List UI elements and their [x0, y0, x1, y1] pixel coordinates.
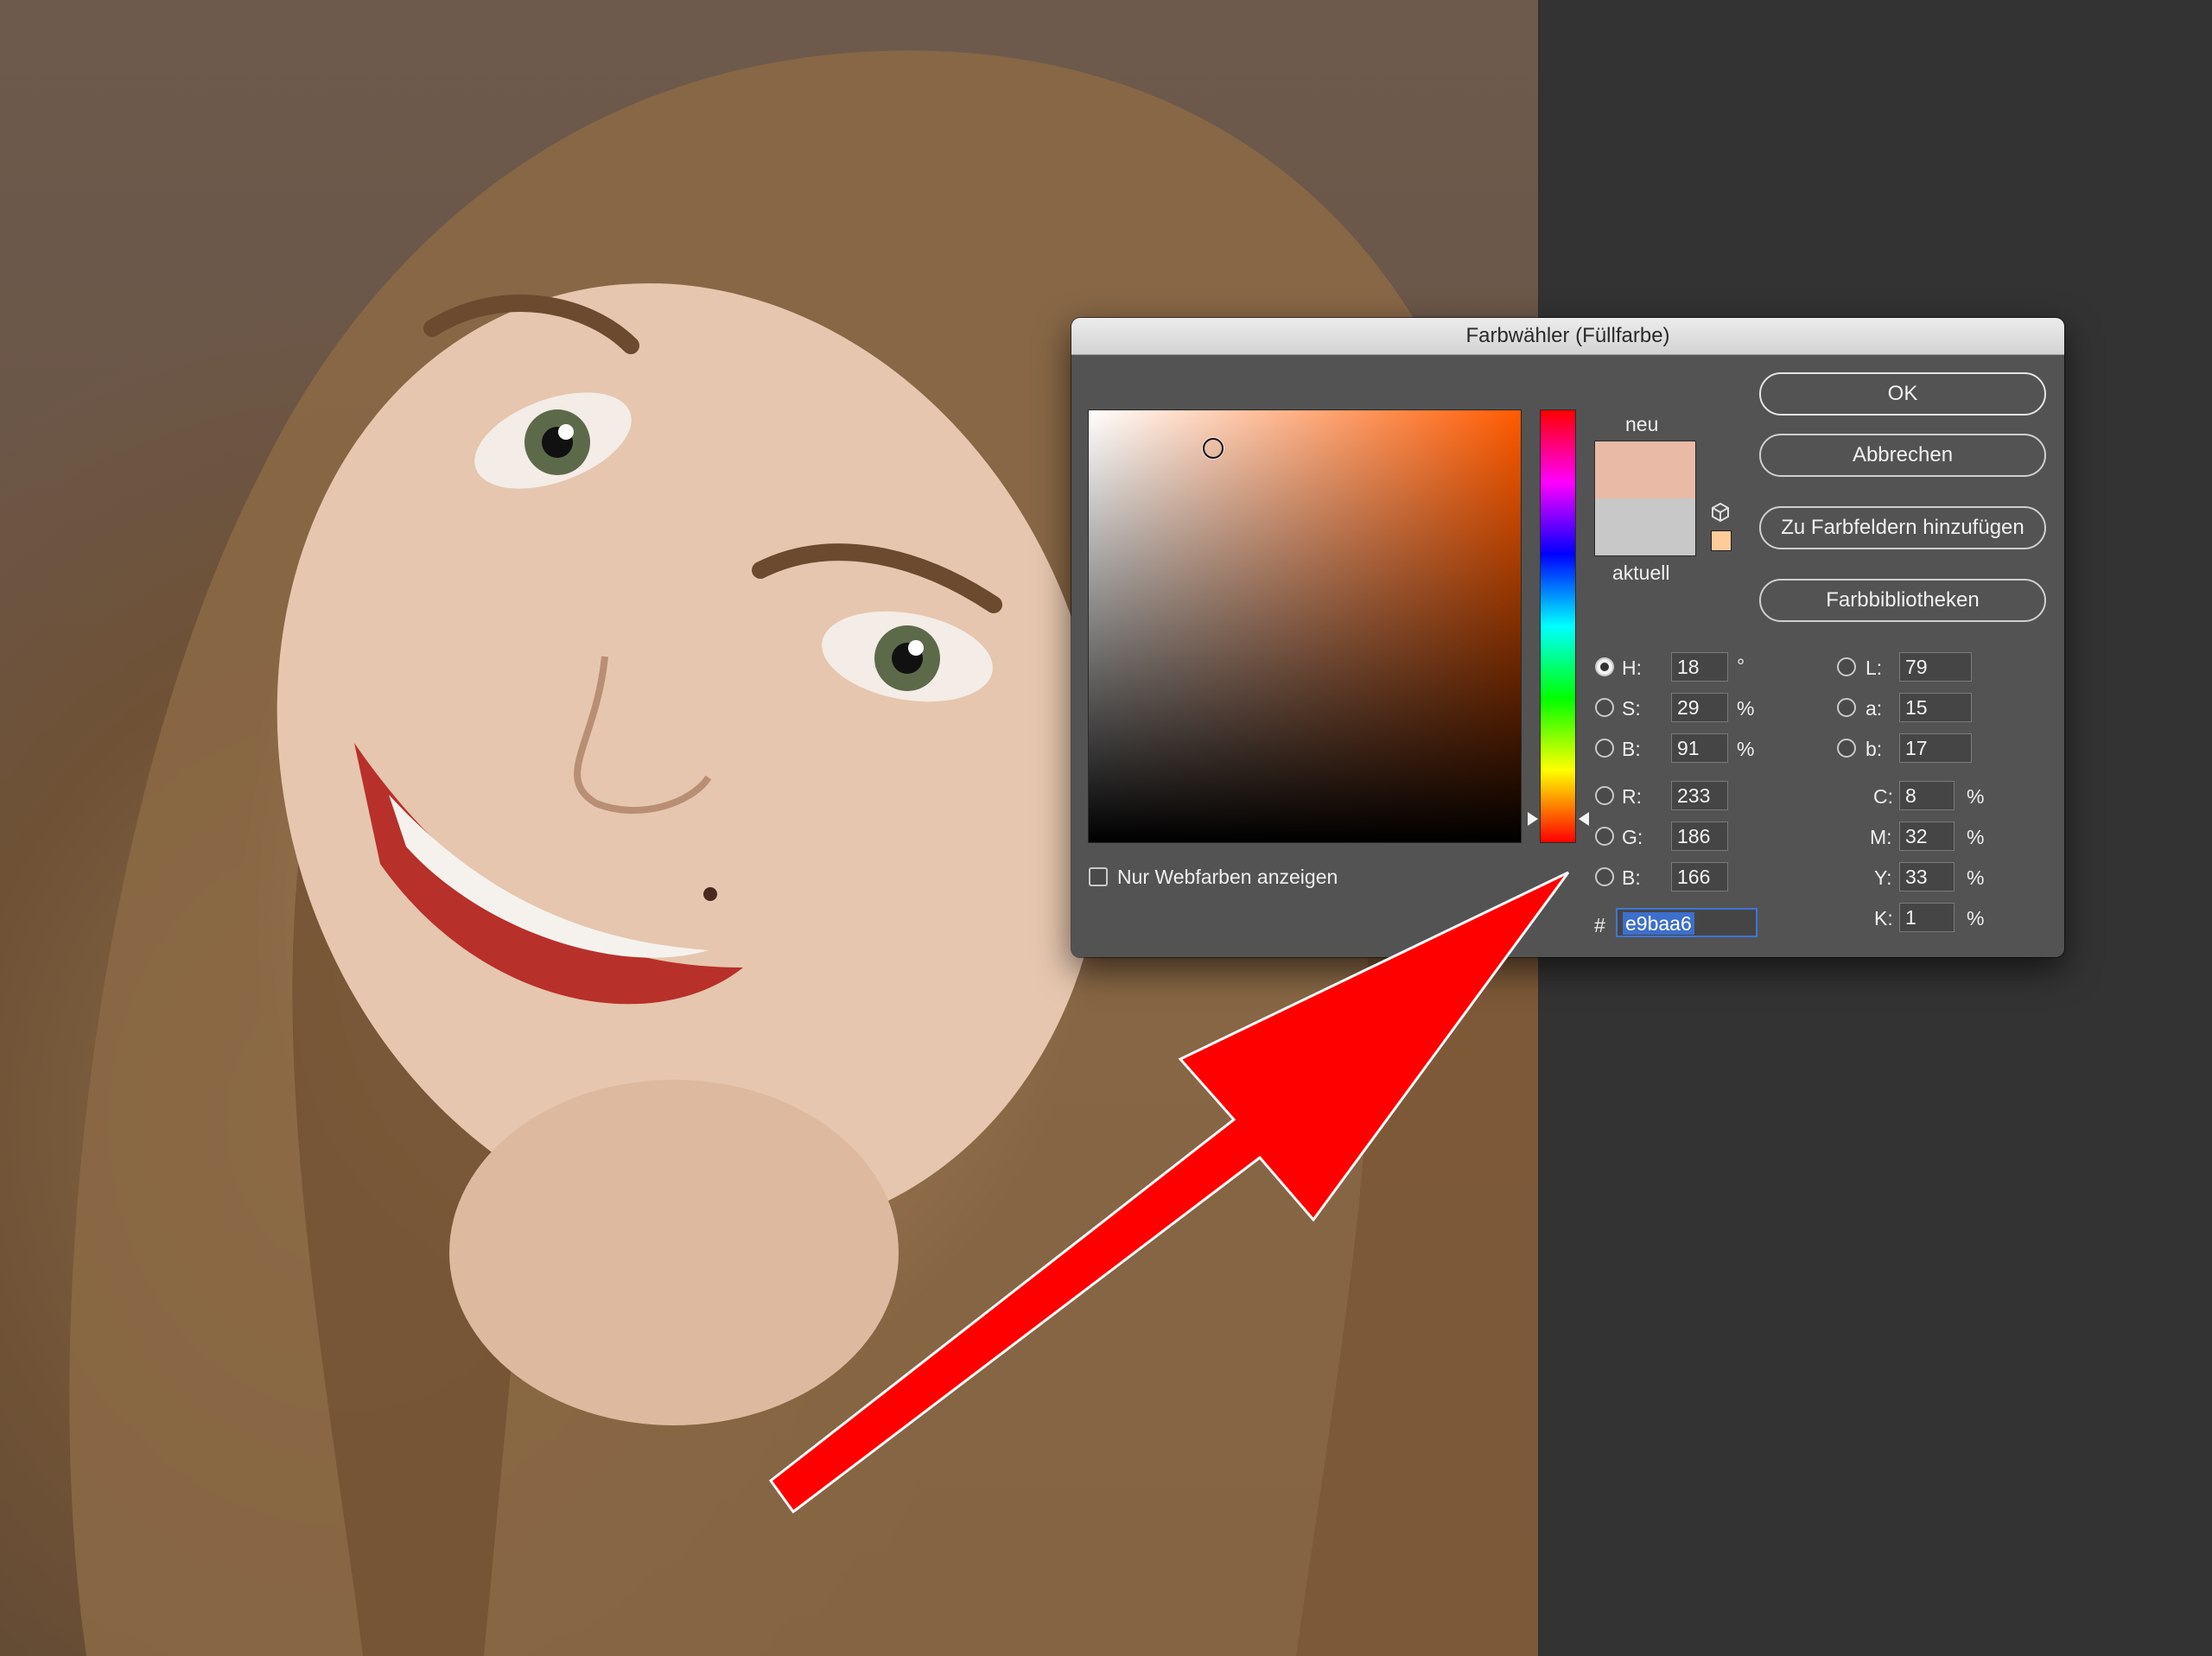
red-arrow-annotation	[768, 871, 1570, 1514]
